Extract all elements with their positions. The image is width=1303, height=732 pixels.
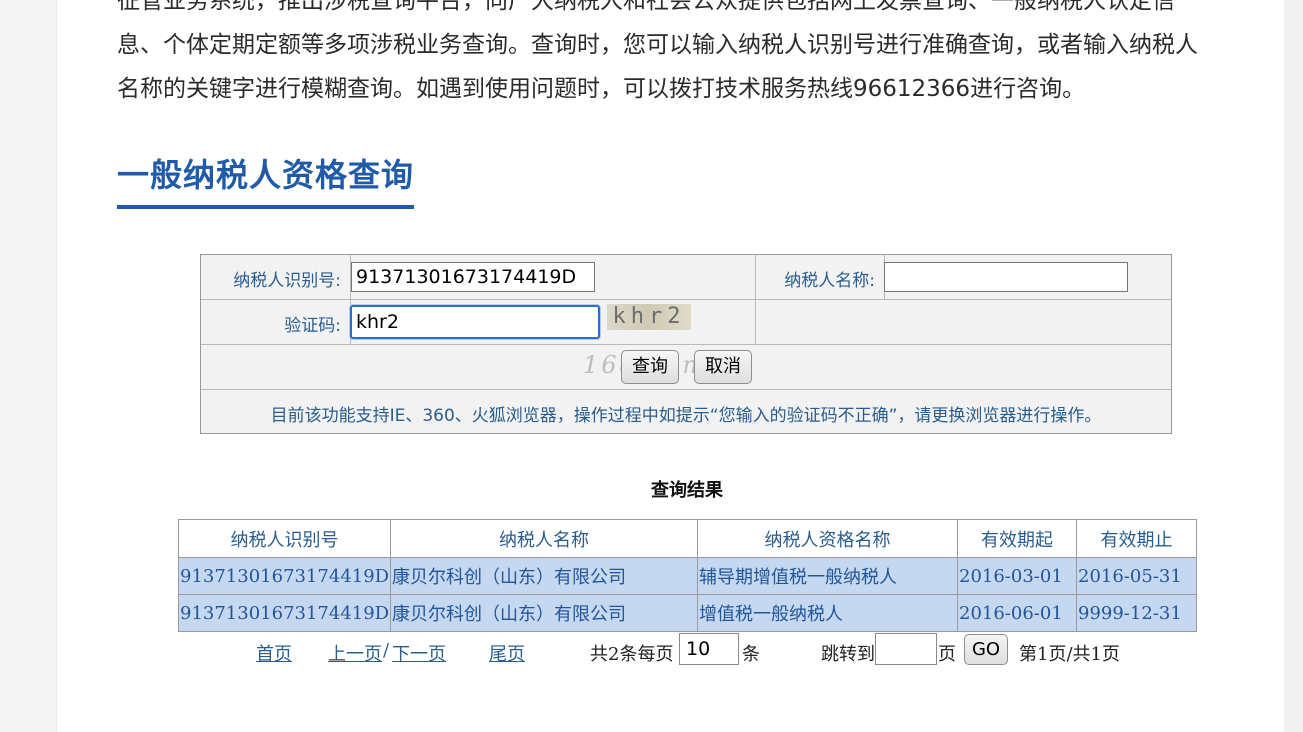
column-header: 纳税人名称	[390, 519, 698, 558]
query-button[interactable]: 查询	[621, 350, 679, 384]
column-header: 纳税人资格名称	[697, 519, 958, 558]
taxpayer-name-label: 纳税人名称:	[784, 271, 875, 291]
table-cell: 2016-03-01	[957, 557, 1077, 595]
intro-line-2: 息、个体定期定额等多项涉税业务查询。查询时，您可以输入纳税人识别号进行准确查询，…	[117, 32, 1198, 58]
pager-separator: /	[383, 640, 390, 661]
intro-line-3: 名称的关键字进行模糊查询。如遇到使用问题时，可以拨打技术服务热线96612366…	[117, 76, 1086, 102]
section-title: 一般纳税人资格查询	[117, 156, 415, 194]
table-cell: 9999-12-31	[1076, 594, 1197, 632]
column-header: 有效期起	[957, 519, 1077, 558]
intro-paragraph: 征管业务系统，推出涉税查询平台，向广大纳税人和社会公众提供包括网上发票查询、一般…	[117, 0, 1257, 111]
per-page-unit: 条	[742, 644, 760, 665]
total-count-text: 共2条每页	[590, 644, 674, 665]
last-page-link[interactable]: 尾页	[489, 640, 525, 666]
taxpayer-name-input[interactable]	[884, 262, 1128, 292]
table-cell: 2016-06-01	[957, 594, 1077, 632]
table-cell: 91371301673174419D	[178, 594, 391, 632]
first-page-link[interactable]: 首页	[256, 640, 292, 666]
column-header: 纳税人识别号	[178, 519, 391, 558]
table-row: 91371301673174419D 康贝尔科创（山东）有限公司 增值税一般纳税…	[178, 594, 1197, 632]
intro-line-1: 征管业务系统，推出涉税查询平台，向广大纳税人和社会公众提供包括网上发票查询、一般…	[117, 0, 1175, 14]
table-cell: 康贝尔科创（山东）有限公司	[390, 557, 698, 595]
jump-label: 跳转到	[821, 644, 875, 665]
browser-notice: 目前该功能支持IE、360、火狐浏览器，操作过程中如提示“您输入的验证码不正确”…	[270, 406, 1102, 426]
form-divider	[201, 299, 1171, 300]
scrollbar[interactable]	[1284, 0, 1303, 732]
per-page-input[interactable]	[679, 633, 739, 665]
captcha-image[interactable]: khr2	[607, 304, 691, 330]
captcha-input[interactable]	[350, 305, 600, 339]
table-cell: 2016-05-31	[1076, 557, 1197, 595]
form-divider	[201, 389, 1171, 390]
page-info: 第1页/共1页	[1019, 644, 1120, 665]
pagination-bar: 首页 上一页 / 下一页 尾页 共2条每页 条 跳转到 页 GO 第1页/共1页	[0, 632, 1303, 668]
taxpayer-id-label: 纳税人识别号:	[233, 271, 341, 291]
page-unit: 页	[938, 644, 956, 665]
table-header-row: 纳税人识别号 纳税人名称 纳税人资格名称 有效期起 有效期止	[178, 519, 1197, 558]
table-row: 91371301673174419D 康贝尔科创（山东）有限公司 辅导期增值税一…	[178, 557, 1197, 595]
section-title-underline	[117, 205, 414, 209]
table-cell: 辅导期增值税一般纳税人	[697, 557, 958, 595]
results-title: 查询结果	[651, 480, 723, 501]
jump-page-input[interactable]	[875, 633, 937, 665]
captcha-label: 验证码:	[284, 316, 341, 336]
taxpayer-id-input[interactable]	[351, 262, 595, 292]
next-page-link[interactable]: 下一页	[392, 640, 446, 666]
table-cell: 增值税一般纳税人	[697, 594, 958, 632]
go-button[interactable]: GO	[964, 634, 1008, 665]
column-header: 有效期止	[1076, 519, 1197, 558]
cancel-button[interactable]: 取消	[694, 350, 752, 384]
form-divider	[201, 344, 1171, 345]
table-cell: 康贝尔科创（山东）有限公司	[390, 594, 698, 632]
results-table: 纳税人识别号 纳税人名称 纳税人资格名称 有效期起 有效期止 913713016…	[178, 519, 1197, 632]
table-cell: 91371301673174419D	[178, 557, 391, 595]
prev-page-link[interactable]: 上一页	[328, 640, 382, 666]
